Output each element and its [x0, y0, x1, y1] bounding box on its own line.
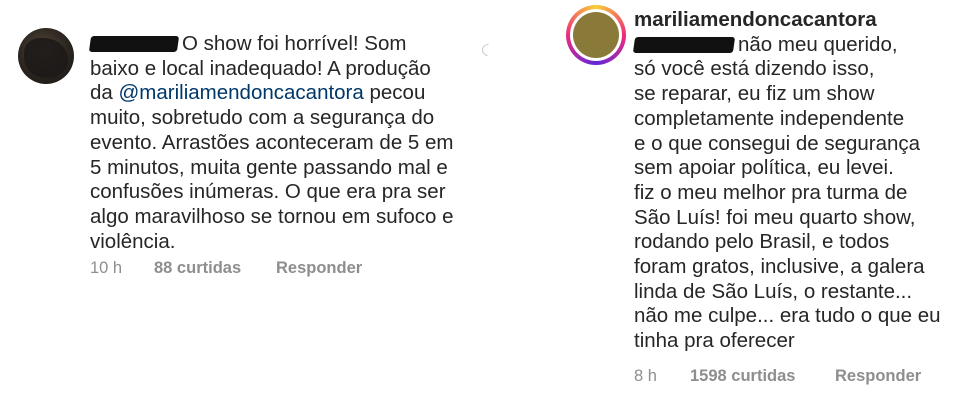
user-avatar-icon[interactable]	[18, 28, 74, 84]
likes-count[interactable]: 88 curtidas	[154, 259, 276, 278]
mention-link[interactable]: @mariliamendoncacantora	[119, 81, 364, 104]
reply-button[interactable]: Responder	[276, 259, 362, 278]
comment-text: mariliamendoncacantora não meu querido, …	[632, 8, 964, 354]
reply-button[interactable]: Responder	[835, 367, 921, 386]
comment-meta: 10 h 88 curtidas Responder	[90, 259, 362, 278]
redacted-username	[88, 36, 180, 52]
username-link[interactable]: mariliamendoncacantora	[634, 8, 964, 33]
comment-time: 10 h	[90, 259, 123, 277]
comment-time: 8 h	[634, 367, 657, 385]
loading-spinner-icon	[479, 41, 497, 59]
profile-logo-icon[interactable]	[566, 5, 626, 65]
likes-count[interactable]: 1598 curtidas	[690, 367, 835, 386]
comment-meta: 8 h 1598 curtidas Responder	[634, 367, 921, 386]
redacted-username	[632, 36, 736, 53]
comment-text: O show foi horrível! Som baixo e local i…	[88, 32, 454, 253]
